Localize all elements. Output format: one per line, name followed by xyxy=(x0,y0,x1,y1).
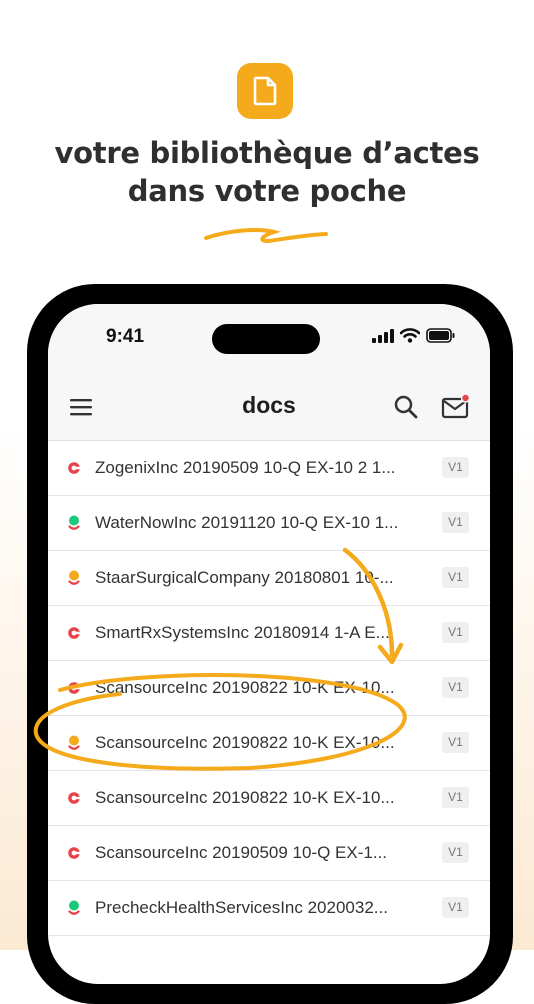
version-badge: V1 xyxy=(442,732,469,753)
document-icon xyxy=(237,63,293,119)
status-dot-icon xyxy=(68,462,80,474)
status-dot-icon xyxy=(68,682,80,694)
page-title: docs xyxy=(242,392,296,418)
version-badge: V1 xyxy=(442,787,469,808)
document-row[interactable]: StaarSurgicalCompany 20180801 10-... V1 xyxy=(48,551,490,606)
document-name: PrecheckHealthServicesInc 2020032... xyxy=(95,898,388,917)
document-name: ScansourceInc 20190822 10-K EX-10... xyxy=(95,788,395,807)
nav-bar: docs xyxy=(48,374,490,441)
headline-line-2: dans votre poche xyxy=(127,174,407,208)
phone-screen: 9:41 docs ZogenixInc 20190509 10-Q EX-10… xyxy=(48,304,490,984)
document-name: SmartRxSystemsInc 20180914 1-A E... xyxy=(95,623,390,642)
status-dot-icon xyxy=(68,735,80,750)
squiggle-underline xyxy=(204,228,328,244)
document-name: StaarSurgicalCompany 20180801 10-... xyxy=(95,568,394,587)
notification-dot xyxy=(460,393,471,403)
version-badge: V1 xyxy=(442,842,469,863)
mail-icon[interactable] xyxy=(441,393,471,421)
document-row[interactable]: ScansourceInc 20190509 10-Q EX-1... V1 xyxy=(48,826,490,881)
document-row[interactable]: SmartRxSystemsInc 20180914 1-A E... V1 xyxy=(48,606,490,661)
document-row[interactable]: ScansourceInc 20190822 10-K EX-10... V1 xyxy=(48,661,490,716)
status-dot-icon xyxy=(68,847,80,859)
search-icon[interactable] xyxy=(393,394,419,420)
document-row[interactable]: PrecheckHealthServicesInc 2020032... V1 xyxy=(48,881,490,936)
headline: votre bibliothèque d’actes dans votre po… xyxy=(0,134,534,210)
version-badge: V1 xyxy=(442,457,469,478)
version-badge: V1 xyxy=(442,567,469,588)
wifi-icon xyxy=(400,328,420,343)
headline-line-1: votre bibliothèque d’actes xyxy=(54,136,480,170)
version-badge: V1 xyxy=(442,897,469,918)
status-dot-icon xyxy=(68,515,80,530)
document-name: WaterNowInc 20191120 10-Q EX-10 1... xyxy=(95,513,399,532)
document-row[interactable]: ScansourceInc 20190822 10-K EX-10... V1 xyxy=(48,716,490,771)
status-dot-icon xyxy=(68,792,80,804)
status-bar: 9:41 xyxy=(48,304,490,374)
dynamic-island xyxy=(212,324,320,354)
document-row[interactable]: ZogenixInc 20190509 10-Q EX-10 2 1... V1 xyxy=(48,441,490,496)
status-dot-icon xyxy=(68,900,80,915)
version-badge: V1 xyxy=(442,677,469,698)
version-badge: V1 xyxy=(442,622,469,643)
status-time: 9:41 xyxy=(106,326,145,347)
document-name: ScansourceInc 20190509 10-Q EX-1... xyxy=(95,843,388,862)
document-row[interactable]: ScansourceInc 20190822 10-K EX-10... V1 xyxy=(48,771,490,826)
status-dot-icon xyxy=(68,570,80,585)
document-list: ZogenixInc 20190509 10-Q EX-10 2 1... V1 … xyxy=(48,441,490,936)
signal-icon xyxy=(372,328,394,343)
document-name: ScansourceInc 20190822 10-K EX-10... xyxy=(95,678,395,697)
document-row[interactable]: WaterNowInc 20191120 10-Q EX-10 1... V1 xyxy=(48,496,490,551)
version-badge: V1 xyxy=(442,512,469,533)
document-name: ScansourceInc 20190822 10-K EX-10... xyxy=(95,733,395,752)
battery-icon xyxy=(426,328,455,343)
status-dot-icon xyxy=(68,627,80,639)
document-name: ZogenixInc 20190509 10-Q EX-10 2 1... xyxy=(95,458,396,477)
